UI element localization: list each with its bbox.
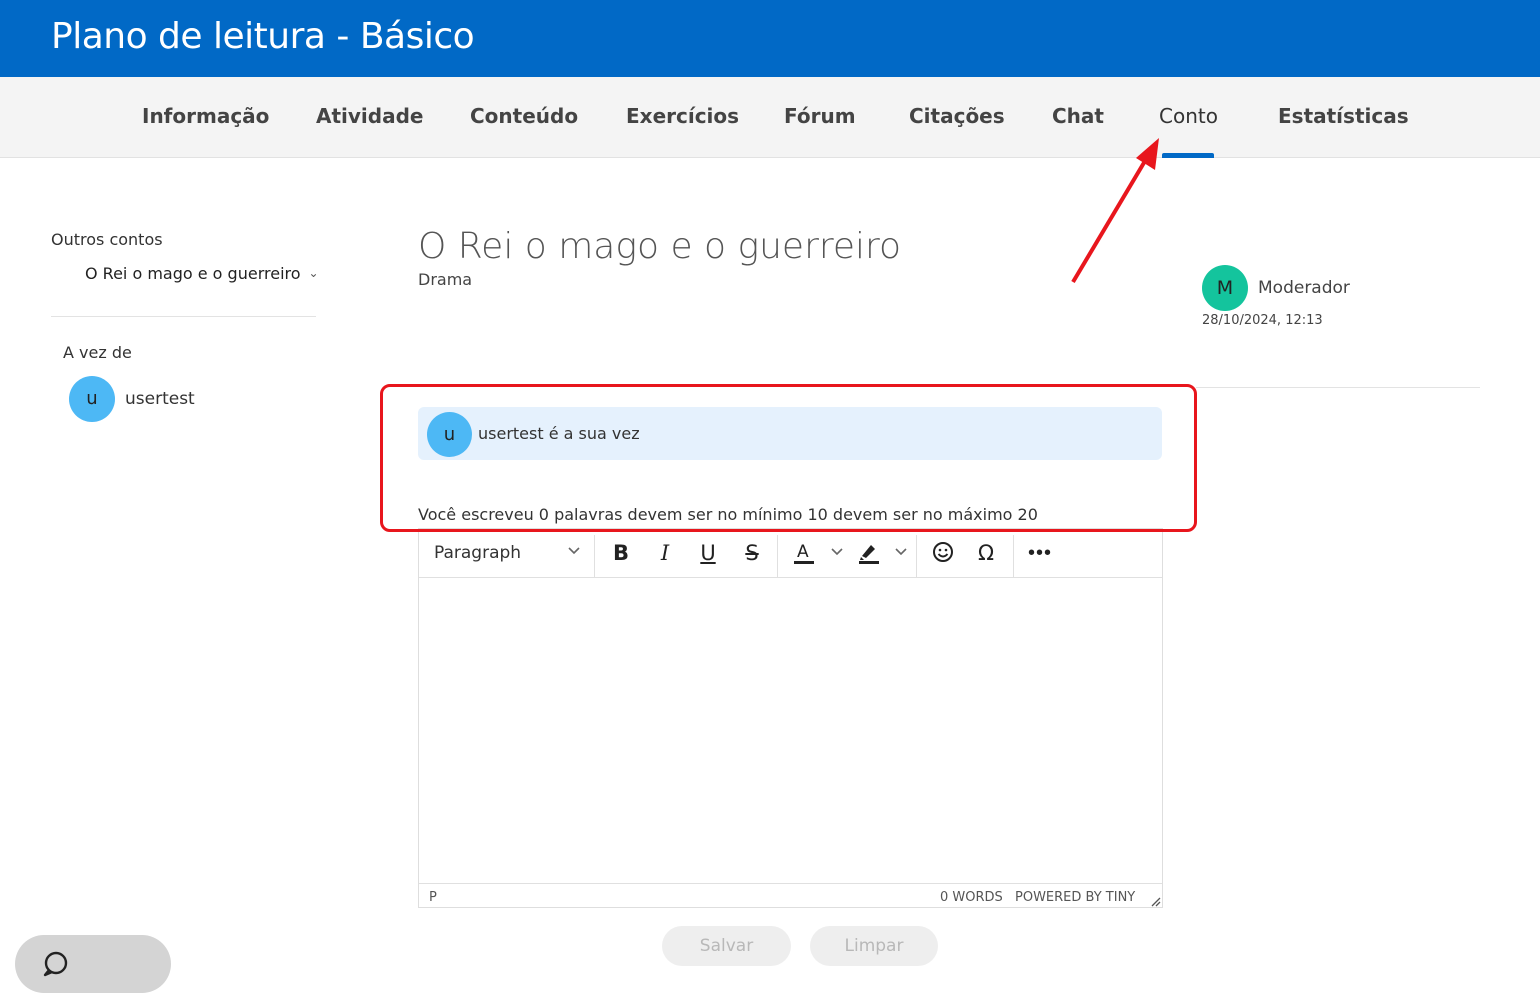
element-path[interactable]: P xyxy=(429,890,437,905)
emoji-icon[interactable] xyxy=(928,539,958,567)
sidebar-divider xyxy=(51,316,316,317)
post-date: 28/10/2024, 12:13 xyxy=(1202,313,1323,328)
app-header: Plano de leitura - Básico xyxy=(0,0,1540,77)
annotation-arrow-icon xyxy=(1071,138,1159,284)
turn-label: A vez de xyxy=(63,343,132,362)
powered-by-link[interactable]: POWERED BY TINY xyxy=(1015,890,1135,905)
tab-conteudo[interactable]: Conteúdo xyxy=(470,104,578,128)
editor-statusbar: P 0 WORDS POWERED BY TINY xyxy=(419,883,1162,908)
page-title: Plano de leitura - Básico xyxy=(51,16,475,57)
other-stories-label: Outros contos xyxy=(51,230,163,249)
avatar: u xyxy=(69,376,115,422)
tab-conto[interactable]: Conto xyxy=(1159,104,1218,128)
tab-bar: Informação Atividade Conteúdo Exercícios… xyxy=(0,77,1540,158)
tab-chat[interactable]: Chat xyxy=(1052,104,1104,128)
story-title: O Rei o mago e o guerreiro xyxy=(418,226,902,267)
rich-text-editor: Paragraph B I U S A Ω ••• P 0 WORDS POWE… xyxy=(418,528,1163,908)
header-divider xyxy=(1196,387,1480,388)
turn-user-name: usertest xyxy=(125,389,195,409)
tab-estatisticas[interactable]: Estatísticas xyxy=(1278,104,1409,128)
story-genre: Drama xyxy=(418,270,473,289)
toolbar-separator xyxy=(777,535,778,577)
author-name: Moderador xyxy=(1258,278,1350,298)
toolbar-separator xyxy=(916,535,917,577)
clear-button[interactable]: Limpar xyxy=(810,926,938,966)
chevron-down-icon[interactable] xyxy=(830,544,844,561)
block-format-select[interactable]: Paragraph xyxy=(434,543,521,563)
italic-icon[interactable]: I xyxy=(650,539,680,567)
save-button[interactable]: Salvar xyxy=(662,926,791,966)
resize-handle-icon[interactable] xyxy=(1149,894,1161,907)
moderator-avatar: M xyxy=(1202,265,1248,311)
chevron-down-icon[interactable] xyxy=(894,544,908,561)
toolbar-separator xyxy=(594,535,595,577)
story-selector[interactable]: O Rei o mago e o guerreiro ⌄ xyxy=(85,264,319,283)
highlight-icon[interactable] xyxy=(854,539,884,567)
more-icon[interactable]: ••• xyxy=(1025,539,1055,567)
chevron-down-icon[interactable] xyxy=(567,543,581,560)
tab-forum[interactable]: Fórum xyxy=(784,104,856,128)
chevron-down-icon: ⌄ xyxy=(308,266,319,280)
chat-fab-button[interactable] xyxy=(15,935,171,993)
tab-citacoes[interactable]: Citações xyxy=(909,104,1005,128)
chat-bubble-icon xyxy=(43,951,68,977)
toolbar-separator xyxy=(1013,535,1014,577)
tab-exercicios[interactable]: Exercícios xyxy=(626,104,739,128)
special-char-icon[interactable]: Ω xyxy=(971,539,1001,567)
tab-informacao[interactable]: Informação xyxy=(142,104,269,128)
bold-icon[interactable]: B xyxy=(606,539,636,567)
story-selector-value: O Rei o mago e o guerreiro xyxy=(85,264,301,283)
annotation-highlight-box xyxy=(380,384,1197,532)
editor-content-area[interactable] xyxy=(419,578,1162,883)
underline-icon[interactable]: U xyxy=(693,539,723,567)
editor-toolbar: Paragraph B I U S A Ω ••• xyxy=(419,529,1162,578)
svg-text:A: A xyxy=(797,542,809,562)
text-color-icon[interactable]: A xyxy=(789,539,819,567)
word-count[interactable]: 0 WORDS xyxy=(940,890,1003,905)
strikethrough-icon[interactable]: S xyxy=(737,539,767,567)
tab-atividade[interactable]: Atividade xyxy=(316,104,423,128)
